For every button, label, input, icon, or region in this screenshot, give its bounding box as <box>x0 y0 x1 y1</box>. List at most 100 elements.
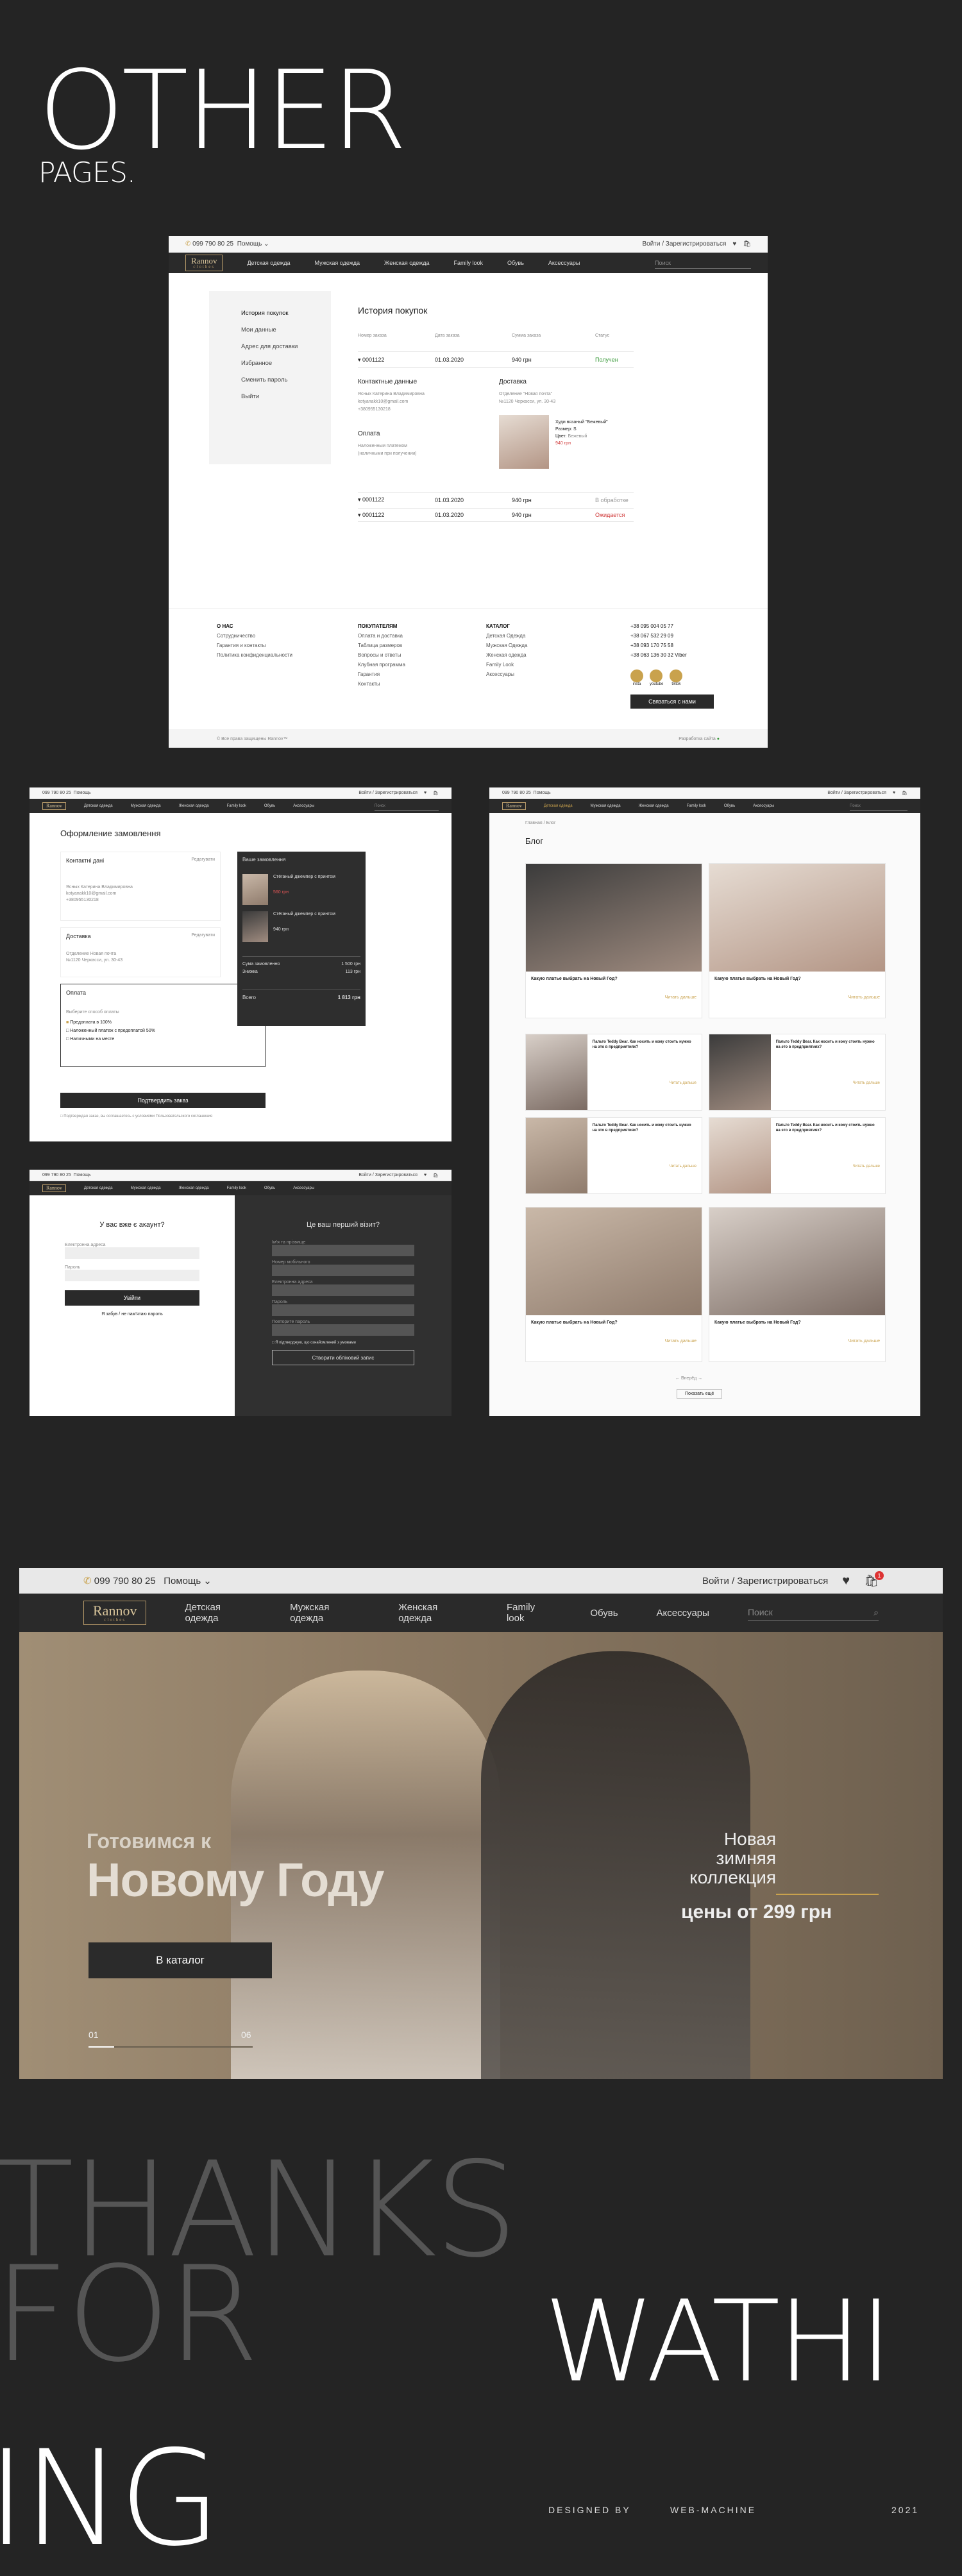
edit-link[interactable]: Редагувати <box>191 857 215 864</box>
logo[interactable]: Rannov clothes <box>185 254 223 272</box>
edit-link[interactable]: Редагувати <box>191 933 215 939</box>
search-icon[interactable]: ⌕ <box>873 1607 879 1618</box>
nav-item[interactable]: Детская одежда <box>84 804 113 808</box>
nav-item[interactable]: Мужская одежда <box>591 804 621 808</box>
create-account-button[interactable]: Створити обліковий запис <box>272 1350 414 1365</box>
logo[interactable]: Rannov <box>502 802 526 811</box>
nav-item[interactable]: Family look <box>453 260 483 266</box>
pagination[interactable]: ← Вперёд → <box>675 1376 702 1381</box>
nav-item[interactable]: Мужская одежда <box>290 1602 360 1624</box>
search-input[interactable]: Поиск <box>375 802 439 811</box>
password-field[interactable] <box>65 1270 199 1281</box>
logo[interactable]: Rannov <box>42 802 66 811</box>
cart-icon[interactable]: 🛍 <box>743 240 751 248</box>
tiktok-icon[interactable]: tiktok <box>670 669 683 686</box>
login-link[interactable]: Войти / Зарегистрироваться <box>702 1576 828 1587</box>
cart-icon[interactable]: 🛍 <box>433 1173 439 1178</box>
sidebar-item[interactable]: Выйти <box>241 389 331 405</box>
cart-icon[interactable]: 🛍 <box>902 791 907 796</box>
sidebar-item[interactable]: Мои данные <box>241 322 331 339</box>
breadcrumb[interactable]: Главная / Блог <box>525 821 556 825</box>
name-field[interactable] <box>272 1245 414 1256</box>
sidebar-item[interactable]: Избранное <box>241 355 331 372</box>
nav-item[interactable]: Family look <box>687 804 706 808</box>
footer-link[interactable]: Сотрудничество <box>217 631 292 641</box>
footer-link[interactable]: Вопросы и ответы <box>358 650 405 660</box>
search-input[interactable]: Поиск <box>655 258 751 269</box>
blog-card[interactable]: Пальто Teddy Bear. Как носить и кому сто… <box>525 1117 702 1194</box>
blog-card[interactable]: Пальто Teddy Bear. Как носить и кому сто… <box>709 1117 886 1194</box>
nav-item[interactable]: Обувь <box>264 1186 275 1190</box>
sidebar-item[interactable]: Адрес для доставки <box>241 339 331 355</box>
nav-item[interactable]: Женская одежда <box>179 1186 209 1190</box>
contact-us-button[interactable]: Связаться с нами <box>630 695 714 709</box>
footer-link[interactable]: Женская одежда <box>486 650 527 660</box>
footer-link[interactable]: Гарантия и контакты <box>217 641 292 650</box>
sidebar-item[interactable]: История покупок <box>241 305 331 322</box>
phone-field[interactable] <box>272 1265 414 1276</box>
nav-item[interactable]: Детская одежда <box>84 1186 113 1190</box>
heart-icon[interactable]: ♥ <box>842 1574 850 1588</box>
heart-icon[interactable]: ♥ <box>424 1173 426 1177</box>
footer-link[interactable]: Политика конфиденциальности <box>217 650 292 660</box>
nav-item[interactable]: Аксессуары <box>548 260 580 266</box>
heart-icon[interactable]: ♥ <box>732 240 736 248</box>
slider-track[interactable] <box>89 2046 253 2048</box>
phone[interactable]: 099 790 80 25 <box>94 1576 156 1587</box>
payment-option[interactable]: □ Наличными на месте <box>66 1035 260 1043</box>
blog-card[interactable]: Какую платье выбрать на Новый Год? Читат… <box>525 1207 702 1362</box>
nav-item[interactable]: Женская одежда <box>398 1602 468 1624</box>
logo[interactable]: Rannov <box>42 1184 66 1193</box>
blog-card[interactable]: Какую платье выбрать на Новый Год? Читат… <box>525 863 702 1018</box>
phone[interactable]: 099 790 80 25 <box>192 240 233 248</box>
nav-item[interactable]: Детская одежда <box>247 260 290 266</box>
blog-card[interactable]: Пальто Teddy Bear. Как носить и кому сто… <box>525 1034 702 1111</box>
nav-item[interactable]: Мужская одежда <box>131 1186 161 1190</box>
heart-icon[interactable]: ♥ <box>424 791 426 795</box>
forgot-password-link[interactable]: Я забув / не пам'ятаю пароль <box>65 1312 199 1317</box>
payment-option[interactable]: □ Наложенный платеж с предоплатой 50% <box>66 1027 260 1035</box>
email-field[interactable] <box>65 1247 199 1259</box>
help-link[interactable]: Помощь <box>237 240 262 248</box>
nav-item[interactable]: Женская одежда <box>384 260 429 266</box>
nav-item[interactable]: Обувь <box>507 260 524 266</box>
nav-item[interactable]: Обувь <box>264 804 275 808</box>
footer-link[interactable]: Клубная программа <box>358 660 405 669</box>
footer-link[interactable]: Family Look <box>486 660 527 669</box>
sidebar-item[interactable]: Сменить пароль <box>241 372 331 389</box>
nav-item[interactable]: Обувь <box>590 1608 618 1619</box>
nav-item[interactable]: Family look <box>227 804 246 808</box>
cart-icon[interactable]: 🛍 1 <box>864 1570 884 1588</box>
footer-link[interactable]: Таблица размеров <box>358 641 405 650</box>
footer-link[interactable]: Контакты <box>358 679 405 689</box>
payment-option[interactable]: ■ Предоплата в 100% <box>66 1018 260 1027</box>
blog-card[interactable]: Пальто Teddy Bear. Как носить и кому сто… <box>709 1034 886 1111</box>
repeat-password-field[interactable] <box>272 1324 414 1336</box>
login-button[interactable]: Увійти <box>65 1290 199 1306</box>
nav-item[interactable]: Аксессуары <box>293 1186 314 1190</box>
blog-card[interactable]: Какую платье выбрать на Новый Год? Читат… <box>709 1207 886 1362</box>
footer-link[interactable]: Гарантия <box>358 669 405 679</box>
heart-icon[interactable]: ♥ <box>893 791 895 795</box>
search-input[interactable]: Поиск ⌕ <box>747 1605 879 1621</box>
footer-link[interactable]: Мужская Одежда <box>486 641 527 650</box>
logo[interactable]: Rannov clothes <box>83 1600 147 1626</box>
table-row[interactable]: ▾ 0001122 01.03.2020 940 грн В обработке <box>358 492 634 507</box>
agree-checkbox[interactable]: □ Подтверждая заказ, вы соглашаетесь с у… <box>60 1115 212 1118</box>
search-input[interactable]: Поиск <box>850 802 907 811</box>
footer-link[interactable]: Детская Одежда <box>486 631 527 641</box>
email-field[interactable] <box>272 1284 414 1296</box>
catalog-button[interactable]: В каталог <box>89 1942 272 1978</box>
nav-item[interactable]: Аксессуары <box>293 804 314 808</box>
load-more-button[interactable]: Показать ещё <box>677 1389 723 1399</box>
nav-item[interactable]: Обувь <box>724 804 735 808</box>
table-row[interactable]: ▾ 0001122 01.03.2020 940 грн Ожидается <box>358 508 634 522</box>
youtube-icon[interactable]: youtube <box>650 669 663 686</box>
cart-icon[interactable]: 🛍 <box>433 791 439 796</box>
nav-item[interactable]: Аксессуары <box>753 804 774 808</box>
login-link[interactable]: Войти / Зарегистрироваться <box>642 240 726 248</box>
password-field[interactable] <box>272 1304 414 1316</box>
agree-checkbox[interactable]: □ Я підтверджую, що ознайомлений з умова… <box>272 1341 414 1345</box>
blog-card[interactable]: Какую платье выбрать на Новый Год? Читат… <box>709 863 886 1018</box>
instagram-icon[interactable]: insta <box>630 669 643 686</box>
